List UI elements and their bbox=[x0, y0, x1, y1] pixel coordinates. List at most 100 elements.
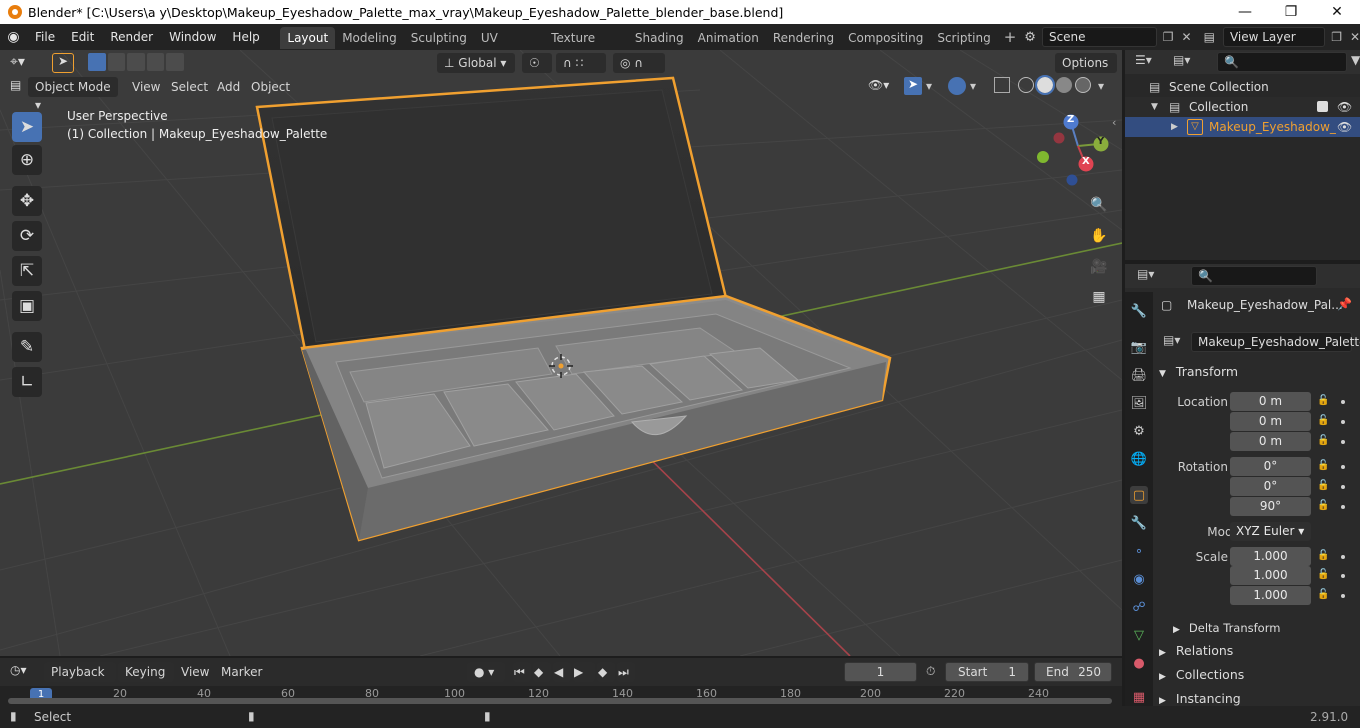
lock-icon[interactable]: 🔓 bbox=[1317, 480, 1329, 492]
timeline-menu-view[interactable]: View bbox=[181, 665, 209, 679]
render-tab-icon[interactable]: 📷 bbox=[1130, 338, 1148, 356]
tab-shading[interactable]: Shading bbox=[628, 27, 691, 49]
display-mode-icon[interactable]: ▤▾ bbox=[1173, 53, 1190, 67]
relations-panel-header[interactable]: ▶ Relations bbox=[1155, 640, 1360, 662]
lock-icon[interactable]: 🔓 bbox=[1317, 500, 1329, 512]
snap-icon[interactable]: ∩ ∷ bbox=[556, 53, 606, 73]
current-frame-field[interactable]: 1 bbox=[844, 662, 917, 682]
selection-mode-group[interactable] bbox=[88, 53, 184, 73]
object-visibility-icon[interactable]: 👁 bbox=[1337, 117, 1352, 137]
gizmo-toggle-icon[interactable]: ➤ bbox=[904, 77, 922, 95]
overlays-dropdown-icon[interactable]: ▾ bbox=[970, 79, 976, 93]
shading-mode-group[interactable] bbox=[1018, 75, 1091, 95]
tab-sculpting[interactable]: Sculpting bbox=[404, 27, 474, 49]
object-tab-icon[interactable]: ▢ bbox=[1130, 486, 1148, 504]
tab-layout[interactable]: Layout bbox=[280, 27, 336, 49]
keying-menu[interactable]: Keying ▾ bbox=[118, 662, 174, 697]
3d-viewport[interactable]: ⌖▾ ➤ ⊥ Global ▾ ☉ ∩ ∷ ◎ ∩ Options ▾ ▤ Ob… bbox=[0, 50, 1122, 656]
measure-tool-icon[interactable]: ∟ bbox=[12, 367, 42, 397]
options-dropdown[interactable]: Options ▾ bbox=[1055, 53, 1117, 88]
tab-modeling[interactable]: Modeling bbox=[335, 27, 404, 49]
rotation-z-field[interactable]: 90° bbox=[1230, 497, 1311, 516]
timeline-ruler[interactable]: 1 20 40 60 80 100 120 140 160 180 200 22… bbox=[0, 686, 1122, 706]
shading-dropdown-icon[interactable]: ▾ bbox=[1098, 79, 1104, 93]
world-tab-icon[interactable]: 🌐 bbox=[1130, 450, 1148, 468]
overlays-toggle-icon[interactable] bbox=[948, 77, 966, 95]
tab-texture-paint[interactable]: Texture Paint bbox=[544, 27, 628, 67]
object-data-icon[interactable]: ▤▾ bbox=[1163, 333, 1185, 353]
jump-end-icon[interactable]: ⏭ bbox=[617, 662, 635, 682]
tab-uv-editing[interactable]: UV Editing bbox=[474, 27, 544, 67]
select-extend-icon[interactable] bbox=[107, 53, 126, 71]
physics-tab-icon[interactable]: ◉ bbox=[1130, 570, 1148, 588]
properties-editor-icon[interactable]: ▤▾ bbox=[1137, 267, 1154, 281]
keyframe-dot[interactable] bbox=[1341, 465, 1345, 469]
collection-visibility-icon[interactable]: 👁 bbox=[1337, 97, 1352, 117]
outliner-editor-icon[interactable]: ☰▾ bbox=[1135, 53, 1152, 67]
outliner-search-input[interactable]: 🔍 bbox=[1217, 52, 1347, 72]
material-tab-icon[interactable]: ● bbox=[1130, 654, 1148, 672]
scale-x-field[interactable]: 1.000 bbox=[1230, 547, 1311, 566]
delete-view-layer-icon[interactable]: ✕ bbox=[1350, 30, 1360, 44]
gizmo-dropdown-icon[interactable]: ▾ bbox=[926, 79, 932, 93]
new-view-layer-icon[interactable]: ❐ bbox=[1331, 30, 1342, 44]
rotation-x-field[interactable]: 0° bbox=[1230, 457, 1311, 476]
viewport-menu-select[interactable]: Select bbox=[171, 80, 208, 94]
keyframe-dot[interactable] bbox=[1341, 505, 1345, 509]
auto-keying-toggle[interactable]: ● ▾ bbox=[467, 662, 505, 682]
close-window-button[interactable]: ✕ bbox=[1314, 0, 1360, 24]
particles-tab-icon[interactable]: ∘ bbox=[1130, 542, 1148, 560]
transform-orientation-dropdown[interactable]: ⊥ Global ▾ bbox=[437, 53, 515, 73]
visibility-icon[interactable]: 👁▾ bbox=[868, 78, 889, 92]
collections-panel-header[interactable]: ▶ Collections bbox=[1155, 664, 1360, 686]
lock-icon[interactable]: 🔓 bbox=[1317, 415, 1329, 427]
end-frame-field[interactable]: End 250 bbox=[1034, 662, 1112, 682]
output-tab-icon[interactable]: 🖨 bbox=[1130, 366, 1148, 384]
menu-help[interactable]: Help bbox=[224, 24, 267, 50]
menu-edit[interactable]: Edit bbox=[63, 24, 102, 50]
location-x-field[interactable]: 0 m bbox=[1230, 392, 1311, 411]
view-layer-selector[interactable]: View Layer bbox=[1222, 27, 1326, 47]
rotate-tool-icon[interactable]: ⟳ bbox=[12, 221, 42, 251]
viewport-menu-object[interactable]: Object bbox=[251, 80, 290, 94]
select-tool-icon[interactable]: ➤ bbox=[52, 53, 74, 73]
texture-tab-icon[interactable]: ▦ bbox=[1130, 688, 1148, 706]
timer-icon[interactable]: ⏱ bbox=[926, 664, 935, 679]
filter-icon[interactable]: ▼ bbox=[1351, 53, 1360, 67]
pivot-point-icon[interactable]: ☉ bbox=[522, 53, 552, 73]
tab-animation[interactable]: Animation bbox=[691, 27, 766, 49]
outliner-collection[interactable]: ▼ ▤ Collection 👁 bbox=[1125, 97, 1360, 117]
lock-icon[interactable]: 🔓 bbox=[1317, 435, 1329, 447]
material-shading-icon[interactable] bbox=[1056, 77, 1072, 93]
expand-collection-icon[interactable]: ▼ bbox=[1151, 97, 1158, 117]
scale-y-field[interactable]: 1.000 bbox=[1230, 566, 1311, 585]
wireframe-shading-icon[interactable] bbox=[1018, 77, 1034, 93]
play-reverse-icon[interactable]: ◀ bbox=[553, 662, 571, 682]
view-layer-tab-icon[interactable]: 🖼 bbox=[1130, 394, 1148, 412]
new-scene-icon[interactable]: ❐ bbox=[1163, 30, 1174, 44]
menu-file[interactable]: File bbox=[27, 24, 63, 50]
timeline-menu-marker[interactable]: Marker bbox=[221, 665, 262, 679]
maximize-button[interactable]: ❐ bbox=[1268, 0, 1314, 24]
tab-rendering[interactable]: Rendering bbox=[766, 27, 841, 49]
keyframe-dot[interactable] bbox=[1341, 420, 1345, 424]
editor-type-icon[interactable]: ⌖▾ bbox=[10, 54, 25, 70]
select-subtract-icon[interactable] bbox=[127, 53, 145, 71]
lock-icon[interactable]: 🔓 bbox=[1317, 395, 1329, 407]
lock-icon[interactable]: 🔓 bbox=[1317, 460, 1329, 472]
keyframe-dot[interactable] bbox=[1341, 574, 1345, 578]
timeline-scrollbar[interactable] bbox=[8, 698, 1112, 704]
select-new-icon[interactable] bbox=[88, 53, 106, 71]
view-layer-icon[interactable]: ▤ bbox=[1204, 30, 1215, 44]
lock-icon[interactable]: 🔓 bbox=[1317, 550, 1329, 562]
menu-window[interactable]: Window bbox=[161, 24, 224, 50]
transform-tool-icon[interactable]: ▣ bbox=[12, 291, 42, 321]
tool-tab-icon[interactable]: 🔧 bbox=[1130, 302, 1148, 320]
add-workspace-icon[interactable]: + bbox=[998, 28, 1023, 46]
annotate-tool-icon[interactable]: ✎ bbox=[12, 332, 42, 362]
timeline-editor-icon[interactable]: ◷▾ bbox=[10, 663, 27, 677]
select-box-tool-icon[interactable]: ➤ bbox=[12, 112, 42, 142]
object-name-field[interactable]: Makeup_Eyeshadow_Palette bbox=[1191, 332, 1360, 352]
xray-toggle-icon[interactable] bbox=[994, 77, 1010, 93]
start-frame-field[interactable]: Start 1 bbox=[945, 662, 1029, 682]
